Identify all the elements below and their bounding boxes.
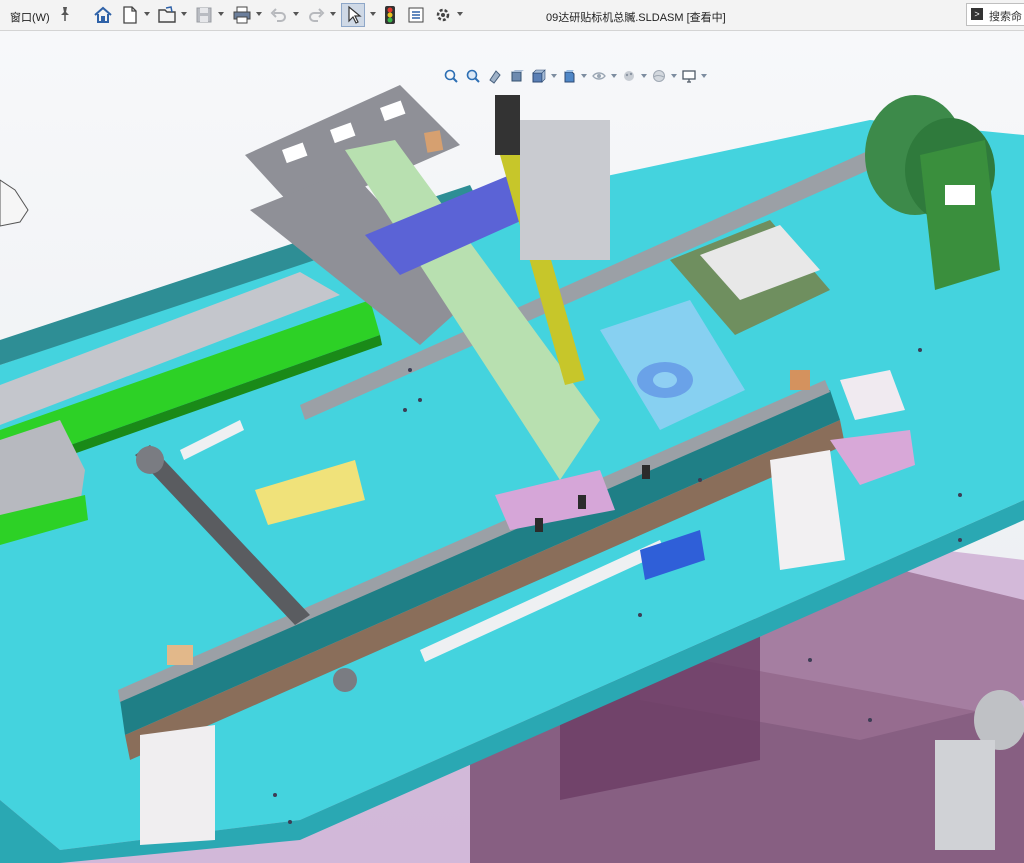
file-properties-icon[interactable] [407,5,425,25]
rebuild-traffic-light-icon[interactable] [384,5,396,25]
view-orientation-dropdown-icon[interactable] [550,65,558,87]
section-view-icon[interactable] [506,65,528,87]
select-pointer-icon[interactable] [341,3,365,27]
graphics-viewport[interactable] [0,31,1024,863]
assembly-model[interactable] [0,31,1024,863]
redo-dropdown-icon[interactable] [330,12,336,16]
undo-dropdown-icon[interactable] [293,12,299,16]
view-orientation-icon[interactable] [528,65,550,87]
open-folder-icon[interactable] [157,5,177,25]
search-commands-input[interactable]: > 搜索命 [966,3,1024,26]
print-icon[interactable] [232,5,252,25]
display-style-icon[interactable] [558,65,580,87]
options-dropdown-icon[interactable] [457,12,463,16]
new-dropdown-icon[interactable] [144,12,150,16]
hide-show-items-icon[interactable] [588,65,610,87]
edit-appearance-icon[interactable] [618,65,640,87]
undo-icon[interactable] [270,5,288,25]
edit-appearance-dropdown-icon[interactable] [640,65,648,87]
view-settings-dropdown-icon[interactable] [700,65,708,87]
pin-icon[interactable] [58,6,72,22]
zoom-to-area-icon[interactable] [462,65,484,87]
command-prompt-icon: > [971,8,983,20]
redo-icon[interactable] [307,5,325,25]
hide-show-dropdown-icon[interactable] [610,65,618,87]
select-dropdown-icon[interactable] [370,12,376,16]
open-dropdown-icon[interactable] [181,12,187,16]
document-title: 09达研贴标机总贓.SLDASM [查看中] [546,12,726,24]
menu-window[interactable]: 窗口(W) [10,9,50,25]
apply-scene-icon[interactable] [648,65,670,87]
heads-up-view-toolbar [440,65,708,87]
home-icon[interactable] [93,5,113,25]
title-bar: 窗口(W) 09达研贴标机总贓.SLDASM [查看中] > 搜索命 [0,0,1024,31]
save-icon[interactable] [195,5,213,25]
zoom-to-fit-icon[interactable] [440,65,462,87]
save-dropdown-icon[interactable] [218,12,224,16]
apply-scene-dropdown-icon[interactable] [670,65,678,87]
options-gear-icon[interactable] [434,5,452,25]
display-style-dropdown-icon[interactable] [580,65,588,87]
previous-view-icon[interactable] [484,65,506,87]
print-dropdown-icon[interactable] [256,12,262,16]
view-settings-icon[interactable] [678,65,700,87]
new-document-icon[interactable] [121,5,139,25]
search-placeholder: 搜索命 [989,11,1022,23]
